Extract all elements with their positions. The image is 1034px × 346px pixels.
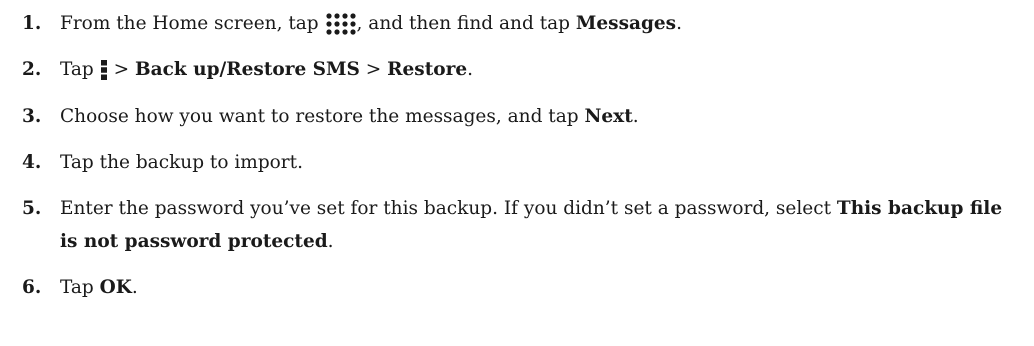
step-text: Tap > Back up/Restore SMS > Restore. (60, 53, 1020, 86)
step-text-part: . (632, 106, 639, 127)
restore-label: Restore (387, 59, 468, 80)
step-1: 1. From the Home screen, tap , and then … (22, 7, 1020, 40)
step-text-part: Choose how you want to restore the messa… (60, 106, 579, 127)
step-text-part: . (467, 59, 474, 80)
step-text: Tap OK. (60, 271, 1020, 304)
step-text: From the Home screen, tap , and then fin… (60, 7, 1020, 40)
next-label: Next (584, 106, 633, 127)
separator: > (365, 59, 382, 80)
backup-restore-sms-label: Back up/Restore SMS (134, 59, 360, 80)
step-number: 4. (22, 152, 42, 173)
step-3: 3. Choose how you want to restore the me… (22, 100, 1020, 133)
step-text-part: . (676, 13, 682, 34)
more-vertical-icon (100, 59, 108, 81)
messages-label: Messages (575, 13, 677, 34)
step-number: 2. (22, 59, 42, 80)
step-number: 3. (22, 106, 42, 127)
step-6: 6. Tap OK. (22, 271, 1020, 304)
step-text: Enter the password you’ve set for this b… (60, 192, 1020, 258)
step-2: 2. Tap > Back up/Restore SMS > Restore. (22, 53, 1020, 86)
apps-grid-icon (325, 13, 357, 35)
separator: > (113, 59, 130, 80)
step-text-part: Enter the password you’ve set for this b… (60, 198, 832, 219)
step-number: 5. (22, 198, 42, 219)
instruction-steps: 1. From the Home screen, tap , and then … (0, 0, 1034, 346)
step-text-part: From the Home screen, tap (60, 13, 319, 34)
step-5: 5. Enter the password you’ve set for thi… (22, 192, 1020, 258)
step-text: Tap the backup to import. (60, 146, 1020, 179)
ok-label: OK (99, 277, 132, 298)
step-text-part: Tap (60, 59, 94, 80)
step-4: 4. Tap the backup to import. (22, 146, 1020, 179)
step-text-part: . (131, 277, 138, 298)
step-text-part: Tap (60, 277, 94, 298)
step-text-part: Tap the backup to import. (60, 152, 303, 173)
step-text: Choose how you want to restore the messa… (60, 100, 1020, 133)
step-number: 1. (22, 13, 42, 34)
step-text-part: . (327, 231, 334, 252)
step-number: 6. (22, 277, 42, 298)
step-text-part: , and then find and tap (356, 13, 571, 34)
